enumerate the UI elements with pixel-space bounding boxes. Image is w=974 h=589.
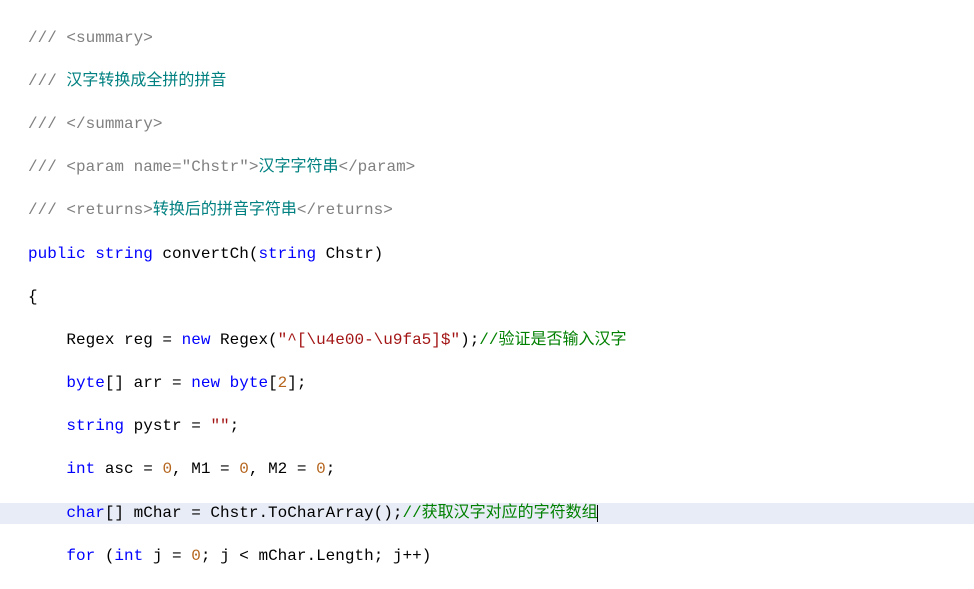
- keyword: new: [182, 331, 211, 349]
- xml-doc-slash: ///: [28, 158, 66, 176]
- code-text: [28, 460, 66, 478]
- code-text: );: [460, 331, 479, 349]
- code-text: [] arr =: [105, 374, 191, 392]
- code-text: j =: [143, 547, 191, 565]
- code-text: Chstr): [316, 245, 383, 263]
- code-line: /// <returns>转换后的拼音字符串</returns>: [28, 200, 974, 222]
- code-text: [28, 504, 66, 522]
- code-text: [: [268, 374, 278, 392]
- code-text: (: [95, 547, 114, 565]
- keyword: new: [191, 374, 220, 392]
- code-text: ; j < mChar.Length; j++): [201, 547, 431, 565]
- string-literal: "": [210, 417, 229, 435]
- code-text: ;: [230, 417, 240, 435]
- xml-doc-text: 汉字转换成全拼的拼音: [66, 72, 226, 90]
- xml-doc-tag: <summary>: [66, 29, 152, 47]
- xml-doc-slash: ///: [28, 72, 66, 90]
- number-literal: 2: [278, 374, 288, 392]
- code-line: /// 汉字转换成全拼的拼音: [28, 71, 974, 93]
- string-literal: "^[\u4e00-\u9fa5]$": [278, 331, 460, 349]
- code-text: , M1 =: [172, 460, 239, 478]
- code-text: ;: [326, 460, 336, 478]
- code-text: [220, 374, 230, 392]
- code-line: public string convertCh(string Chstr): [28, 244, 974, 266]
- code-text: [28, 547, 66, 565]
- code-text: [28, 374, 66, 392]
- xml-doc-text: 汉字字符串: [258, 158, 338, 176]
- xml-doc-tag: >: [249, 158, 259, 176]
- keyword: public: [28, 245, 86, 263]
- xml-doc-slash: ///: [28, 29, 66, 47]
- code-line: {: [28, 287, 974, 309]
- code-line: Regex reg = new Regex("^[\u4e00-\u9fa5]$…: [28, 330, 974, 352]
- xml-doc-tag: <param name=: [66, 158, 181, 176]
- number-literal: 0: [191, 547, 201, 565]
- code-text: Regex reg =: [28, 331, 182, 349]
- type-keyword: string: [95, 245, 153, 263]
- code-text: [] mChar = Chstr.ToCharArray();: [105, 504, 403, 522]
- brace: {: [28, 288, 38, 306]
- xml-doc-attr: "Chstr": [182, 158, 249, 176]
- code-line: /// </summary>: [28, 114, 974, 136]
- type-keyword: string: [258, 245, 316, 263]
- xml-doc-text: 转换后的拼音字符串: [153, 201, 297, 219]
- number-literal: 0: [316, 460, 326, 478]
- code-text: [28, 417, 66, 435]
- type-keyword: string: [66, 417, 124, 435]
- xml-doc-slash: ///: [28, 115, 66, 133]
- comment: //验证是否输入汉字: [479, 331, 626, 349]
- code-text: asc =: [95, 460, 162, 478]
- keyword: for: [66, 547, 95, 565]
- code-text: pystr =: [124, 417, 210, 435]
- number-literal: 0: [162, 460, 172, 478]
- code-text: Regex(: [210, 331, 277, 349]
- xml-doc-tag: </param>: [338, 158, 415, 176]
- comment: //获取汉字对应的字符数组: [402, 504, 597, 522]
- code-text: [86, 245, 96, 263]
- code-text: ];: [287, 374, 306, 392]
- number-literal: 0: [239, 460, 249, 478]
- code-line: /// <param name="Chstr">汉字字符串</param>: [28, 157, 974, 179]
- type-keyword: char: [66, 504, 104, 522]
- code-editor[interactable]: /// <summary> /// 汉字转换成全拼的拼音 /// </summa…: [0, 0, 974, 589]
- code-line-current: char[] mChar = Chstr.ToCharArray();//获取汉…: [0, 503, 974, 525]
- xml-doc-tag: <returns>: [66, 201, 152, 219]
- code-line: for (int j = 0; j < mChar.Length; j++): [28, 546, 974, 568]
- code-text: convertCh(: [153, 245, 259, 263]
- type-keyword: byte: [230, 374, 268, 392]
- xml-doc-tag: </summary>: [66, 115, 162, 133]
- code-line: string pystr = "";: [28, 416, 974, 438]
- type-keyword: int: [114, 547, 143, 565]
- code-line: byte[] arr = new byte[2];: [28, 373, 974, 395]
- type-keyword: byte: [66, 374, 104, 392]
- text-caret: [597, 505, 598, 522]
- code-line: int asc = 0, M1 = 0, M2 = 0;: [28, 459, 974, 481]
- code-text: , M2 =: [249, 460, 316, 478]
- xml-doc-tag: </returns>: [297, 201, 393, 219]
- xml-doc-slash: ///: [28, 201, 66, 219]
- code-line: /// <summary>: [28, 28, 974, 50]
- type-keyword: int: [66, 460, 95, 478]
